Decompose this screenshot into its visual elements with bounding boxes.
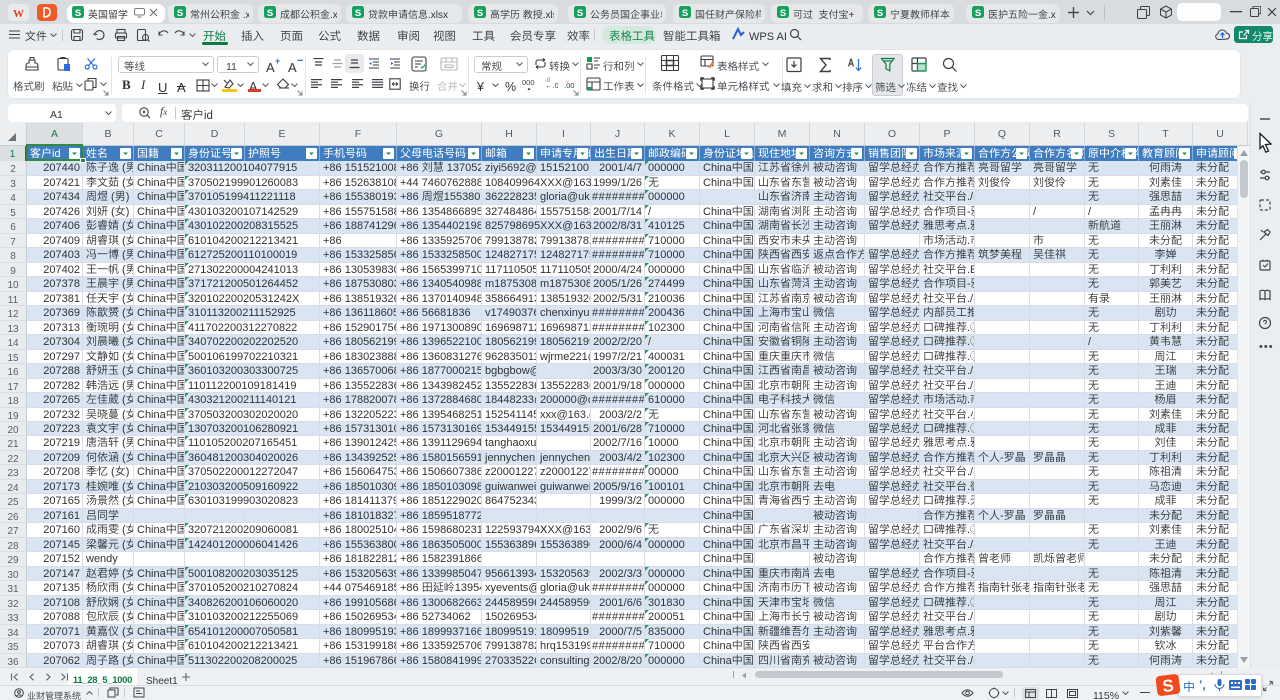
svg-text:W: W (13, 8, 24, 20)
svg-text:→: → (564, 77, 570, 84)
svg-text:S: S (1161, 676, 1175, 696)
svg-text:000: 000 (522, 77, 535, 88)
svg-text:·0: ·0 (545, 77, 551, 84)
